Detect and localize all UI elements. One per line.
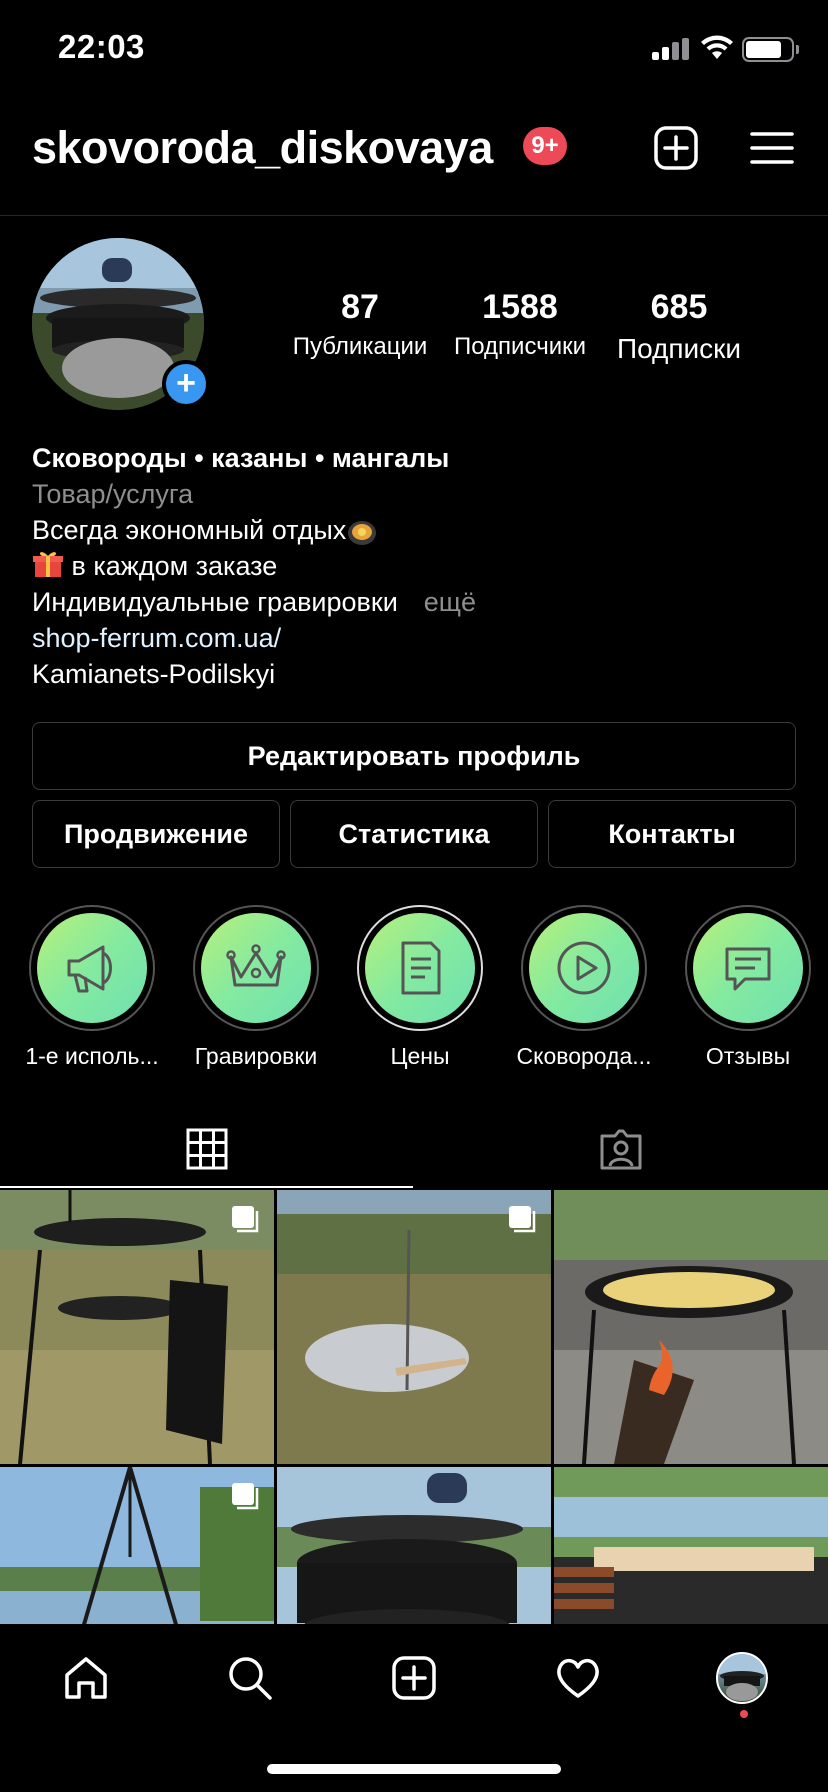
statistics-button[interactable]: Статистика	[290, 800, 538, 868]
highlight-prices[interactable]: Цены	[355, 905, 485, 1070]
plus-square-icon[interactable]	[652, 124, 700, 172]
nav-profile[interactable]	[712, 1648, 772, 1708]
bio-line-2-text: в каждом заказе	[64, 551, 278, 581]
posts-count-label: Публикации	[292, 333, 428, 360]
nav-search[interactable]	[220, 1648, 280, 1708]
tab-posts-grid[interactable]	[0, 1110, 413, 1188]
cellular-signal-icon	[652, 38, 690, 60]
post-photo	[277, 1467, 551, 1624]
highlight-first-use[interactable]: 1-е исполь...	[25, 905, 159, 1070]
crown-icon	[226, 944, 286, 987]
grid-icon	[186, 1128, 227, 1170]
tagged-person-icon	[600, 1129, 642, 1170]
website-link[interactable]: shop-ferrum.com.ua/	[32, 620, 792, 656]
home-icon	[65, 1657, 107, 1699]
hamburger-menu-icon[interactable]	[748, 124, 796, 172]
notification-dot	[740, 1710, 748, 1718]
avatar-thumbnail	[718, 1654, 766, 1701]
document-icon	[401, 941, 441, 995]
search-icon	[229, 1657, 272, 1700]
chat-bubble-icon	[725, 947, 771, 991]
profile-location[interactable]: Kamianets-Podilskyi	[32, 656, 792, 692]
post-thumbnail[interactable]	[554, 1190, 828, 1464]
bio-line-1: Всегда экономный отдых	[32, 512, 792, 548]
nav-activity[interactable]	[548, 1648, 608, 1708]
bio-more-link[interactable]: ещё	[424, 587, 476, 617]
gift-emoji-icon	[33, 552, 63, 577]
profile-avatar-icon	[716, 1652, 768, 1704]
following-count[interactable]: 685 Подписки	[608, 288, 750, 365]
following-count-value: 685	[650, 288, 708, 326]
bio-line-2: в каждом заказе	[32, 548, 792, 584]
profile-header: skovoroda_diskovaya 9+	[0, 100, 828, 216]
battery-icon	[742, 37, 794, 62]
add-story-button[interactable]: +	[162, 360, 210, 408]
post-photo	[554, 1190, 828, 1464]
bio-line-3: Индивидуальные гравировки ещё	[32, 584, 792, 620]
profile-name: Сковороды • казаны • мангалы	[32, 443, 450, 473]
posts-grid	[0, 1190, 828, 1624]
contacts-button[interactable]: Контакты	[548, 800, 796, 868]
activity-heart-icon	[557, 1658, 599, 1698]
highlight-label: Отзывы	[705, 1043, 791, 1069]
post-thumbnail[interactable]	[277, 1190, 551, 1464]
highlight-reviews[interactable]: Отзывы	[683, 905, 813, 1070]
promotion-button[interactable]: Продвижение	[32, 800, 280, 868]
followers-count-label: Подписчики	[453, 333, 587, 360]
profile-category: Товар/услуга	[32, 479, 194, 509]
battery-tip	[796, 45, 799, 54]
followers-count[interactable]: 1588 Подписчики	[446, 288, 594, 361]
followers-count-value: 1588	[482, 288, 558, 326]
status-time: 22:03	[58, 28, 145, 65]
nav-home[interactable]	[56, 1648, 116, 1708]
home-indicator[interactable]	[267, 1764, 561, 1774]
nav-new-post[interactable]	[384, 1648, 444, 1708]
multiple-photos-icon	[509, 1206, 536, 1233]
multiple-photos-icon	[232, 1206, 259, 1233]
highlight-label: 1-е исполь...	[25, 1043, 159, 1069]
pan-emoji-icon	[348, 520, 377, 545]
posts-count-value: 87	[341, 288, 379, 326]
posts-count[interactable]: 87 Публикации	[280, 288, 440, 361]
multiple-photos-icon	[232, 1483, 259, 1510]
active-tab-indicator	[0, 1186, 413, 1188]
new-post-icon	[392, 1656, 436, 1700]
username-switcher[interactable]: skovoroda_diskovaya	[32, 122, 493, 174]
highlight-skovoroda[interactable]: Сковорода...	[517, 905, 651, 1070]
megaphone-icon	[67, 945, 112, 993]
post-thumbnail[interactable]	[0, 1467, 274, 1624]
profile-bio: Сковороды • казаны • мангалы Товар/услуг…	[32, 440, 792, 692]
post-thumbnail[interactable]	[0, 1190, 274, 1464]
status-bar: 22:03	[0, 0, 828, 100]
post-photo	[554, 1467, 828, 1624]
post-thumbnail[interactable]	[554, 1467, 828, 1624]
highlight-engravings[interactable]: Гравировки	[191, 905, 321, 1070]
bio-line-3-text: Индивидуальные гравировки	[32, 587, 398, 617]
notification-badge[interactable]: 9+	[523, 127, 567, 165]
post-thumbnail[interactable]	[277, 1467, 551, 1624]
wifi-icon	[701, 35, 733, 59]
edit-profile-button[interactable]: Редактировать профиль	[32, 722, 796, 790]
highlight-label: Цены	[390, 1043, 450, 1069]
bio-line-1-text: Всегда экономный отдых	[32, 515, 347, 545]
highlight-label: Сковорода...	[516, 1043, 652, 1069]
following-count-label: Подписки	[616, 333, 742, 364]
highlight-label: Гравировки	[194, 1043, 318, 1069]
tab-tagged[interactable]	[414, 1110, 828, 1188]
play-icon	[557, 941, 611, 995]
